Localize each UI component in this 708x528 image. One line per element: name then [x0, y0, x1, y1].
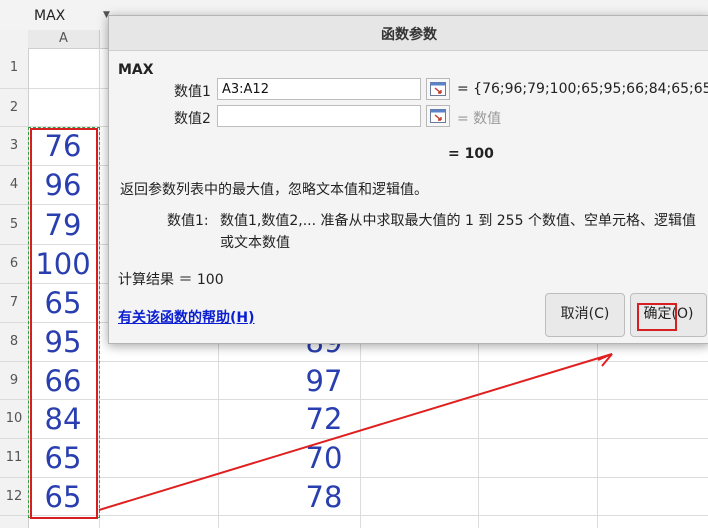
param-label: 数值1:	[167, 213, 209, 229]
function-arguments-dialog: 函数参数 MAX 数值1 = {76;96;79;100;65;95;66;84…	[108, 15, 708, 344]
cancel-button[interactable]: 取消(C)	[545, 293, 625, 337]
select-all-corner[interactable]	[0, 30, 29, 48]
arg2-result: = 数值	[457, 111, 502, 127]
arrow-head	[597, 353, 613, 367]
row-header[interactable]: 12	[0, 478, 28, 516]
gridline	[28, 438, 708, 439]
dialog-title: 函数参数	[381, 27, 437, 43]
column-header-a[interactable]: A	[28, 30, 100, 48]
gridline	[28, 361, 708, 362]
dialog-titlebar[interactable]: 函数参数	[109, 16, 708, 51]
row-header[interactable]: 9	[0, 362, 28, 400]
row-header[interactable]: 1	[0, 48, 28, 89]
row-headers: 1 2 3 4 5 6 7 8 9 10 11 12	[0, 48, 29, 528]
range-highlight-box	[30, 128, 98, 519]
gridline	[28, 515, 708, 516]
arg2-collapse-button[interactable]	[426, 105, 450, 127]
row-header[interactable]: 8	[0, 323, 28, 362]
formula-result: = 100	[448, 146, 494, 162]
arg2-label: 数值2	[174, 111, 211, 127]
row-header[interactable]: 11	[0, 439, 28, 478]
row-header[interactable]: 2	[0, 89, 28, 127]
row-header[interactable]: 4	[0, 166, 28, 205]
row-header[interactable]: 5	[0, 205, 28, 245]
arg1-collapse-button[interactable]	[426, 78, 450, 100]
cell-d[interactable]: 72	[288, 400, 360, 439]
range-select-icon	[430, 109, 446, 123]
row-header[interactable]: 7	[0, 284, 28, 323]
help-link[interactable]: 有关该函数的帮助(H)	[118, 307, 255, 327]
gridline	[28, 399, 708, 400]
function-description: 返回参数列表中的最大值，忽略文本值和逻辑值。	[120, 182, 428, 198]
row-header[interactable]: 6	[0, 245, 28, 284]
cell-d[interactable]: 97	[288, 362, 360, 400]
param-description-line2: 或文本数值	[220, 235, 290, 251]
row-header[interactable]: 10	[0, 400, 28, 439]
calc-result: 计算结果 ＝ 100	[118, 272, 224, 288]
row-header[interactable]: 3	[0, 127, 28, 166]
cell-d[interactable]: 78	[288, 478, 360, 516]
param-description-line1: 数值1,数值2,... 准备从中求取最大值的 1 到 255 个数值、空单元格、…	[220, 213, 696, 229]
ok-button-highlight-box	[637, 303, 677, 331]
range-select-icon	[430, 82, 446, 96]
function-name: MAX	[118, 62, 154, 78]
arg1-label: 数值1	[174, 84, 211, 100]
arg1-result: = {76;96;79;100;65;95;66;84;65;65}	[457, 81, 708, 97]
cell-d[interactable]: 70	[288, 439, 360, 478]
arg2-input[interactable]	[217, 105, 421, 127]
gridline	[28, 477, 708, 478]
arg1-input[interactable]	[217, 78, 421, 100]
